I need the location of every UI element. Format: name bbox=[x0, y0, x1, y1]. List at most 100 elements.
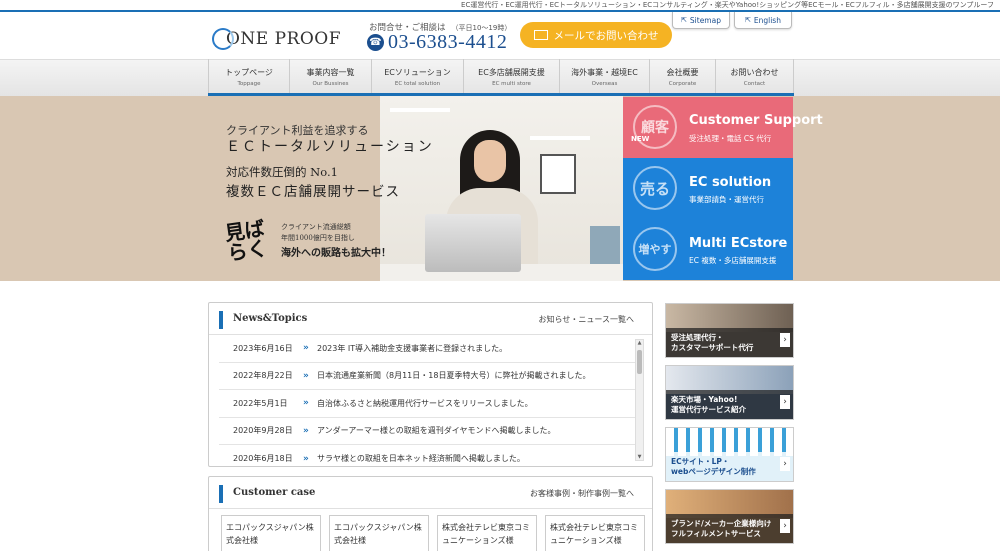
hero-line-3: 対応件数圧倒的 No.1 bbox=[226, 165, 338, 179]
nav-label: 海外事業・越境EC bbox=[571, 68, 638, 77]
hero-small-3: 海外への販路も拡大中！ bbox=[281, 248, 391, 259]
news-scrollbar[interactable]: ▲ ▼ bbox=[635, 339, 644, 461]
scroll-thumb[interactable] bbox=[637, 350, 642, 374]
nav-label: 事業内容一覧 bbox=[306, 68, 355, 77]
news-item[interactable]: 2023年6月16日 » 2023年 IT導入補助金支援事業者に登録されました。 bbox=[219, 335, 635, 363]
case-card-line: エコパックスジャパン株 bbox=[334, 523, 422, 532]
case-card-line: 式会社様 bbox=[334, 536, 366, 545]
news-item[interactable]: 2022年8月22日 » 日本流通産業新聞（8月11日・18日夏季特大号）に弊社が掲… bbox=[219, 363, 635, 390]
case-more-link[interactable]: お客様事例・制作事例一覧へ bbox=[530, 488, 634, 499]
service-ec-solution[interactable]: 売る EC solution 事業部請負・運営代行 bbox=[623, 158, 793, 219]
service-title: Customer Support bbox=[689, 113, 823, 128]
nav-item-contact[interactable]: お問い合わせ Contact bbox=[716, 59, 794, 96]
nav-item-overseas[interactable]: 海外事業・越境EC Overseas bbox=[560, 59, 650, 96]
nav-label: 会社概要 bbox=[666, 68, 699, 77]
service-kanji-badge: 増やす bbox=[633, 227, 677, 271]
english-label: English bbox=[753, 15, 781, 25]
banner-caption: 受注処理代行・ カスタマーサポート代行 bbox=[671, 333, 753, 353]
logo[interactable]: ONE PROOF bbox=[212, 27, 341, 51]
service-customer-support[interactable]: 顧客 NEW Customer Support 受注処理・電話 CS 代行 bbox=[623, 97, 823, 158]
hero-banner: クライアント利益を追求する ＥＣトータルソリューション 対応件数圧倒的 No.1… bbox=[0, 96, 1000, 281]
service-kanji-badge: 売る bbox=[633, 166, 677, 210]
hero-laptop bbox=[425, 214, 521, 272]
news-text: 日本流通産業新聞（8月11日・18日夏季特大号）に弊社が掲載されました。 bbox=[317, 371, 591, 381]
banner-caption-line: 受注処理代行・ bbox=[671, 333, 724, 342]
shelf bbox=[390, 108, 450, 112]
news-item[interactable]: 2022年5月1日 » 自治体ふるさと納税運用代行サービスをリリースしました。 bbox=[219, 390, 635, 418]
service-subtitle: 受注処理・電話 CS 代行 bbox=[689, 134, 772, 143]
chevron-right-icon: › bbox=[780, 333, 790, 347]
phone-number[interactable]: 03-6383-4412 bbox=[388, 31, 507, 54]
news-more-link[interactable]: お知らせ・ニュース一覧へ bbox=[539, 314, 634, 325]
banner-caption-line: カスタマーサポート代行 bbox=[671, 343, 754, 352]
news-title: News&Topics bbox=[233, 313, 308, 324]
nav-item-corporate[interactable]: 会社概要 Corporate bbox=[650, 59, 716, 96]
side-banner-rakuten-yahoo[interactable]: 楽天市場・Yahoo! 運営代行サービス紹介 › bbox=[665, 365, 794, 420]
news-date: 2020年6月18日 bbox=[233, 454, 293, 464]
sitemap-icon: ⇱ bbox=[681, 16, 687, 24]
case-card-line: ュニケーションズ様 bbox=[442, 536, 514, 545]
double-chevron-icon: » bbox=[303, 425, 309, 436]
news-item[interactable]: 2020年9月28日 » アンダーアーマー様との取組を週刊ダイヤモンドへ掲載しました… bbox=[219, 418, 635, 445]
case-card[interactable]: エコパックスジャパン株 式会社様 bbox=[329, 515, 429, 551]
shelf bbox=[530, 136, 590, 140]
phone-icon: ☎ bbox=[367, 34, 384, 51]
nav-item-ec-solution[interactable]: ECソリューション EC total solution bbox=[372, 59, 464, 96]
mail-inquiry-button[interactable]: メールでお問い合わせ bbox=[520, 22, 672, 48]
book-stack bbox=[590, 226, 620, 266]
banner-caption: 楽天市場・Yahoo! 運営代行サービス紹介 bbox=[671, 395, 746, 415]
case-card[interactable]: エコパックスジャパン株 式会社様 bbox=[221, 515, 321, 551]
side-banner-web-design[interactable]: ECサイト・LP・ webページデザイン制作 › bbox=[665, 427, 794, 482]
side-banner-fulfillment[interactable]: ブランド/メーカー企業様向け フルフィルメントサービス › bbox=[665, 489, 794, 544]
banner-caption-line: webページデザイン制作 bbox=[671, 467, 756, 476]
banner-caption-line: ECサイト・LP・ bbox=[671, 457, 730, 466]
news-text: 自治体ふるさと納税運用代行サービスをリリースしました。 bbox=[317, 398, 533, 408]
hero-small-1: クライアント流通総額 bbox=[281, 223, 351, 231]
case-card[interactable]: 株式会社テレビ東京コミ ュニケーションズ様 bbox=[545, 515, 645, 551]
double-chevron-icon: » bbox=[303, 398, 309, 409]
banner-caption: ECサイト・LP・ webページデザイン制作 bbox=[671, 457, 756, 477]
nav-item-multi-store[interactable]: EC多店舗展開支援 EC multi store bbox=[464, 59, 560, 96]
double-chevron-icon: » bbox=[303, 343, 309, 354]
double-chevron-icon: » bbox=[303, 370, 309, 381]
english-button[interactable]: ⇱ English bbox=[734, 12, 792, 29]
service-multi-ecstore[interactable]: 増やす Multi ECstore EC 複数・多店舗展開支援 bbox=[623, 219, 793, 280]
service-title: Multi ECstore bbox=[689, 236, 788, 251]
case-card-line: 株式会社テレビ東京コミ bbox=[550, 523, 638, 532]
nav-item-business[interactable]: 事業内容一覧 Our Bussines bbox=[290, 59, 372, 96]
nav-label: お問い合わせ bbox=[730, 68, 779, 77]
sitemap-button[interactable]: ⇱ Sitemap bbox=[672, 12, 730, 29]
nav-sublabel: EC total solution bbox=[394, 81, 441, 87]
nav-sublabel: Toppage bbox=[237, 81, 261, 87]
hero-calligraphy: 見ばらく bbox=[223, 216, 269, 266]
case-cards: エコパックスジャパン株 式会社様 エコパックスジャパン株 式会社様 株式会社テレビ東… bbox=[221, 515, 645, 551]
nav-item-toppage[interactable]: トップページ Toppage bbox=[209, 59, 290, 96]
scroll-down-icon[interactable]: ▼ bbox=[636, 454, 643, 460]
mail-inquiry-label: メールでお問い合わせ bbox=[553, 29, 659, 42]
news-date: 2022年8月22日 bbox=[233, 371, 293, 381]
nav-label: ECソリューション bbox=[384, 68, 451, 77]
nav-sublabel: Our Bussines bbox=[312, 81, 349, 87]
scroll-up-icon[interactable]: ▲ bbox=[636, 340, 643, 346]
news-header: News&Topics お知らせ・ニュース一覧へ bbox=[209, 303, 652, 335]
news-date: 2020年9月28日 bbox=[233, 426, 293, 436]
heading-accent bbox=[219, 311, 223, 329]
customer-case-panel: Customer case お客様事例・制作事例一覧へ エコパックスジャパン株式… bbox=[208, 476, 653, 551]
case-card[interactable]: 株式会社テレビ東京コミ ュニケーションズ様 bbox=[437, 515, 537, 551]
news-item[interactable]: 2020年6月18日 » サラヤ様との取組を日本ネット経済新聞へ掲載しました。 bbox=[219, 445, 635, 473]
chevron-right-icon: › bbox=[780, 457, 790, 471]
double-chevron-icon: » bbox=[303, 453, 309, 464]
page: EC運営代行・EC運用代行・ECトータルソリューション・ECコンサルティング・楽… bbox=[0, 0, 1000, 551]
banner-caption-line: フルフィルメントサービス bbox=[671, 529, 761, 538]
sitemap-label: Sitemap bbox=[689, 15, 721, 25]
news-text: サラヤ様との取組を日本ネット経済新聞へ掲載しました。 bbox=[317, 454, 525, 464]
site-tagline: EC運営代行・EC運用代行・ECトータルソリューション・ECコンサルティング・楽… bbox=[461, 1, 994, 9]
phone-contact[interactable]: ☎ 03-6383-4412 bbox=[367, 31, 507, 54]
news-date: 2023年6月16日 bbox=[233, 343, 293, 353]
news-panel: News&Topics お知らせ・ニュース一覧へ 2023年6月16日» 2023… bbox=[208, 302, 653, 467]
banner-caption-line: 運営代行サービス紹介 bbox=[671, 405, 746, 414]
nav-sublabel: Contact bbox=[743, 81, 766, 87]
news-date: 2022年5月1日 bbox=[233, 398, 288, 408]
nav-label: トップページ bbox=[225, 68, 273, 77]
side-banner-customer-support[interactable]: 受注処理代行・ カスタマーサポート代行 › bbox=[665, 303, 794, 358]
